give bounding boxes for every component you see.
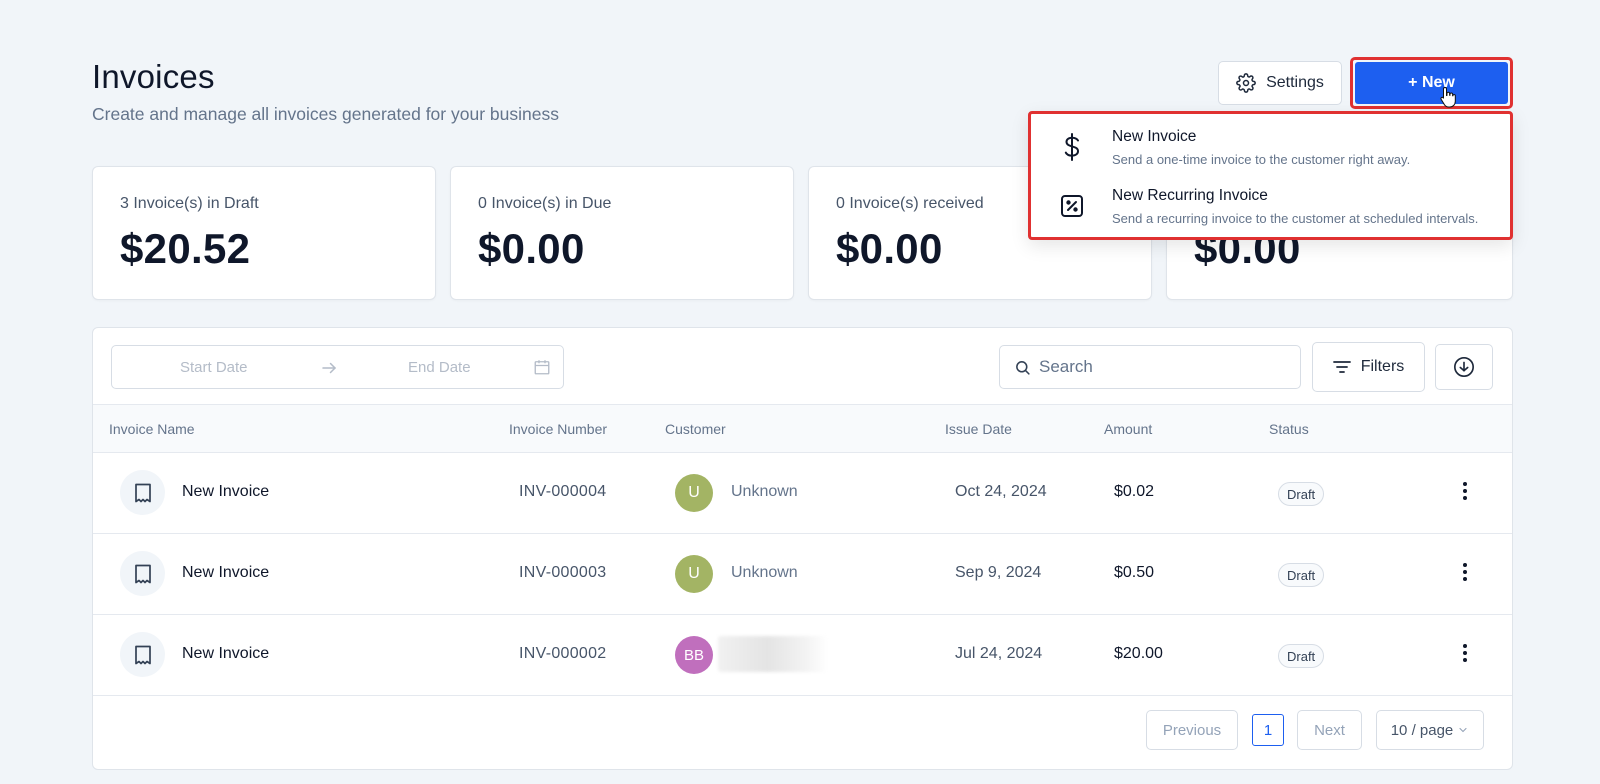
- more-options-icon[interactable]: [1457, 641, 1473, 665]
- settings-label: Settings: [1266, 74, 1324, 91]
- calendar-icon: [534, 360, 550, 375]
- stat-label: 0 Invoice(s) in Due: [478, 195, 612, 212]
- amount: $0.50: [1114, 564, 1155, 581]
- column-header[interactable]: Customer: [665, 421, 726, 437]
- page-size-select[interactable]: 10 / page: [1376, 710, 1484, 750]
- issue-date: Oct 24, 2024: [955, 483, 1047, 500]
- previous-page-button[interactable]: Previous: [1146, 710, 1238, 750]
- invoices-table-card: Start Date End Date Filters Invoice Name…: [92, 327, 1513, 770]
- column-header[interactable]: Amount: [1104, 421, 1152, 437]
- issue-date: Sep 9, 2024: [955, 564, 1042, 581]
- customer-name: Unknown: [731, 483, 798, 500]
- page-title: Invoices: [92, 58, 215, 95]
- table-header: Invoice Name Invoice Number Customer Iss…: [93, 404, 1512, 453]
- status-badge: Draft: [1278, 563, 1325, 587]
- invoice-number: INV-000003: [519, 564, 607, 581]
- avatar: U: [675, 555, 713, 593]
- settings-button[interactable]: Settings: [1218, 61, 1342, 105]
- new-button-highlight: + New: [1350, 57, 1513, 109]
- invoice-name[interactable]: New Invoice: [182, 645, 269, 663]
- invoice-name[interactable]: New Invoice: [182, 483, 269, 501]
- stat-label: 3 Invoice(s) in Draft: [120, 195, 259, 212]
- receipt-icon: [120, 470, 165, 515]
- column-header[interactable]: Invoice Name: [109, 421, 195, 437]
- status-badge: Draft: [1278, 644, 1325, 668]
- stat-card-due: 0 Invoice(s) in Due $0.00: [450, 166, 794, 300]
- end-date-input[interactable]: End Date: [408, 359, 471, 376]
- stat-value: $0.00: [478, 225, 585, 272]
- start-date-input[interactable]: Start Date: [180, 359, 248, 376]
- page-size-label: 10 / page: [1390, 721, 1454, 739]
- status-badge: Draft: [1278, 482, 1325, 506]
- stat-label: 0 Invoice(s) received: [836, 195, 984, 212]
- table-row[interactable]: New Invoice INV-000004 U Unknown Oct 24,…: [93, 453, 1512, 534]
- page-number-button[interactable]: 1: [1252, 714, 1284, 746]
- more-options-icon[interactable]: [1457, 560, 1473, 584]
- menu-item-description: Send a recurring invoice to the customer…: [1112, 211, 1479, 226]
- column-header[interactable]: Invoice Number: [509, 421, 607, 437]
- invoice-number: INV-000004: [519, 483, 607, 500]
- column-header[interactable]: Issue Date: [945, 421, 1012, 437]
- receipt-icon: [120, 632, 165, 677]
- chevron-down-icon: [1459, 727, 1467, 733]
- search-input[interactable]: [1039, 357, 1279, 377]
- stat-value: $0.00: [836, 225, 943, 272]
- column-header[interactable]: Status: [1269, 421, 1309, 437]
- table-row[interactable]: New Invoice INV-000003 U Unknown Sep 9, …: [93, 534, 1512, 615]
- gear-icon: [1236, 73, 1256, 93]
- amount: $20.00: [1114, 645, 1163, 662]
- next-page-button[interactable]: Next: [1297, 710, 1362, 750]
- more-options-icon[interactable]: [1457, 479, 1473, 503]
- new-dropdown-menu: New Invoice Send a one-time invoice to t…: [1028, 111, 1513, 240]
- percent-square-icon: [1057, 191, 1087, 221]
- page-header: Invoices Create and manage all invoices …: [92, 58, 559, 125]
- download-circle-icon: [1454, 357, 1474, 377]
- filters-label: Filters: [1360, 358, 1405, 375]
- customer-name: Unknown: [731, 564, 798, 581]
- menu-item-title: New Recurring Invoice: [1112, 187, 1268, 204]
- issue-date: Jul 24, 2024: [955, 645, 1043, 662]
- page-subtitle: Create and manage all invoices generated…: [92, 104, 559, 124]
- new-button[interactable]: + New: [1355, 62, 1508, 104]
- date-range-picker[interactable]: Start Date End Date: [111, 345, 564, 389]
- search-icon: [1016, 360, 1030, 375]
- receipt-icon: [120, 551, 165, 596]
- menu-item-title: New Invoice: [1112, 128, 1197, 145]
- redacted-customer-name: [718, 636, 828, 672]
- invoice-name[interactable]: New Invoice: [182, 564, 269, 582]
- table-row[interactable]: New Invoice INV-000002 BB Jul 24, 2024 $…: [93, 615, 1512, 696]
- menu-item-new-invoice[interactable]: New Invoice Send a one-time invoice to t…: [1031, 116, 1510, 174]
- search-box[interactable]: [999, 345, 1301, 389]
- amount: $0.02: [1114, 483, 1155, 500]
- download-button[interactable]: [1435, 344, 1493, 390]
- avatar: U: [675, 474, 713, 512]
- menu-item-new-recurring-invoice[interactable]: New Recurring Invoice Send a recurring i…: [1031, 175, 1510, 233]
- stat-value: $20.52: [120, 225, 251, 272]
- arrow-right-icon: [322, 362, 337, 374]
- avatar: BB: [675, 636, 713, 674]
- stat-card-draft: 3 Invoice(s) in Draft $20.52: [92, 166, 436, 300]
- menu-item-description: Send a one-time invoice to the customer …: [1112, 152, 1411, 167]
- dollar-icon: [1057, 132, 1087, 162]
- hand-cursor-icon: [1440, 86, 1456, 108]
- invoice-number: INV-000002: [519, 645, 607, 662]
- filter-icon: [1332, 361, 1351, 373]
- filters-button[interactable]: Filters: [1312, 342, 1425, 392]
